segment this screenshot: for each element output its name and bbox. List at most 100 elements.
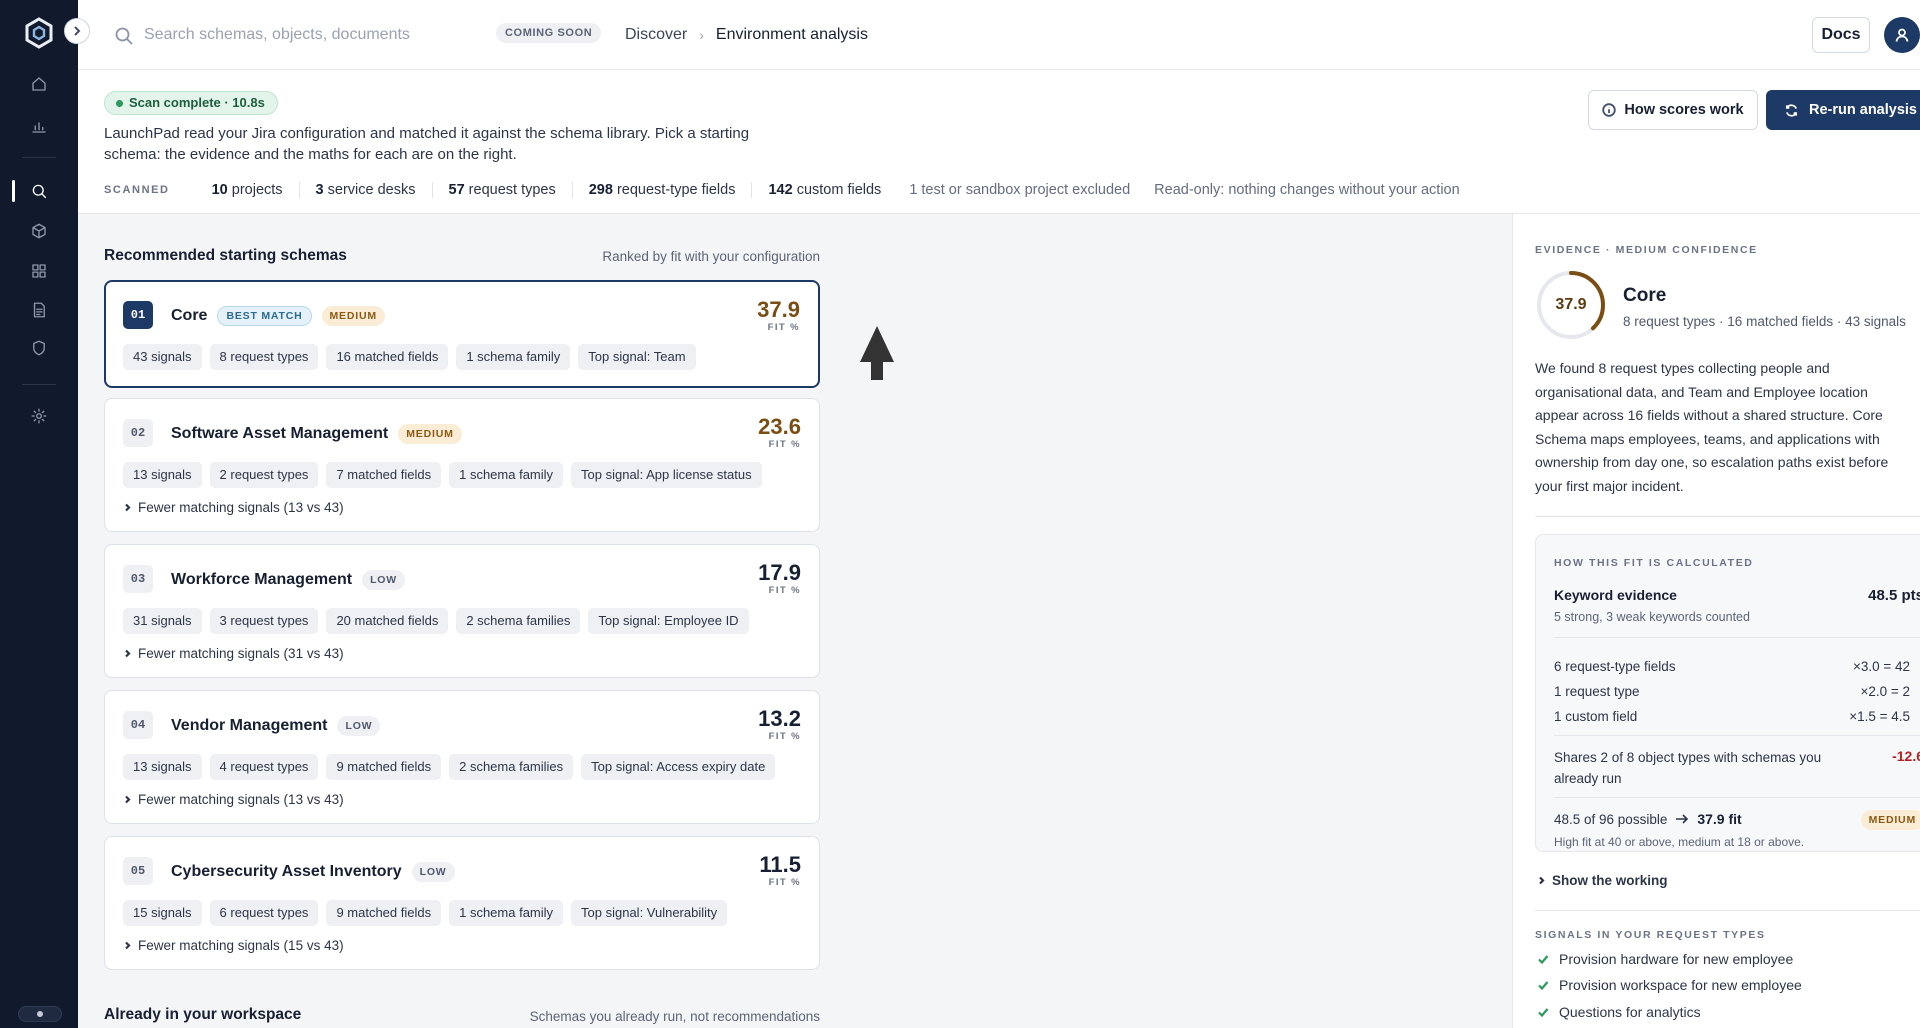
breadcrumb: Discover › Environment analysis [625,26,868,44]
calc-divider [1554,735,1920,736]
chip: 15 signals [123,900,202,926]
evidence-label: EVIDENCE · MEDIUM CONFIDENCE [1535,244,1758,256]
shield-icon[interactable] [25,334,53,362]
schema-name: Vendor Management LOW [171,716,381,736]
workspace-title: Already in your workspace [104,1006,302,1023]
fewer-signals-toggle[interactable]: Fewer matching signals (13 vs 43) [123,792,344,807]
schema-name-text: Core [171,307,208,324]
schema-name-text: Workforce Management [171,571,353,588]
schema-card-cybersecurity-asset-inventory[interactable]: 05 Cybersecurity Asset Inventory LOW 11.… [104,836,820,970]
chip: 2 request types [209,462,319,488]
user-icon [1895,28,1909,42]
chip: 1 schema family [449,462,564,488]
calc-row-value: ×1.5 = 4.5 [1849,709,1910,724]
chevron-right-icon [125,941,131,950]
rail-divider [22,384,56,385]
fit-score: 13.2 FIT % [758,706,801,743]
calc-row-value: ×3.0 = 42 [1852,659,1910,674]
fit-score: 17.9 FIT % [758,561,801,597]
how-scores-label: How scores work [1624,102,1744,118]
stat-request-type-fields: 298 request-type fields [573,182,753,198]
stat-projects: 10 projects [196,182,300,198]
search-icon [114,26,134,46]
keyword-evidence-title: Keyword evidence [1554,587,1677,603]
confidence-badge: LOW [411,862,455,882]
signal-item: Provision hardware for new employee [1537,951,1793,967]
fewer-signals-toggle[interactable]: Fewer matching signals (13 vs 43) [123,500,344,515]
signal-chips: 13 signals 2 request types 7 matched fie… [123,462,762,488]
chevron-right-icon [74,26,81,36]
search-icon[interactable] [25,177,53,205]
schema-name: Workforce Management LOW [171,570,405,590]
avatar[interactable] [1884,17,1920,53]
chip: Top signal: Vulnerability [571,900,728,926]
chevron-right-icon [125,649,131,658]
stat-service-desks: 3 service desks [300,182,433,198]
docs-button[interactable]: Docs [1812,17,1870,53]
how-scores-work-button[interactable]: How scores work [1588,90,1758,130]
gear-icon[interactable] [25,402,53,430]
read-only-note: Read-only: nothing changes without your … [1154,182,1460,198]
document-icon[interactable] [25,296,53,324]
schema-card-workforce-management[interactable]: 03 Workforce Management LOW 17.9 FIT % 3… [104,544,820,678]
chip: 9 matched fields [326,754,442,780]
grid-icon[interactable] [25,257,53,285]
fit-calculation-box: HOW THIS FIT IS CALCULATED Keyword evide… [1535,534,1920,852]
calc-label: HOW THIS FIT IS CALCULATED [1554,557,1754,569]
status-pill[interactable] [18,1006,62,1022]
schema-card-core[interactable]: 01 Core BEST MATCH MEDIUM 37.9 FIT % 43 … [104,280,820,388]
check-icon [1538,1008,1549,1018]
fit-unit: FIT % [768,877,801,888]
left-rail [0,0,78,1028]
evidence-schema-name: Core [1623,285,1667,306]
confidence-badge: MEDIUM [398,424,462,444]
chip: Top signal: Employee ID [588,608,749,634]
fit-unit: FIT % [768,585,801,596]
chip: 4 request types [209,754,319,780]
fewer-signals-toggle[interactable]: Fewer matching signals (31 vs 43) [123,646,344,661]
schema-name-text: Cybersecurity Asset Inventory [171,863,402,880]
chart-icon[interactable] [25,112,53,140]
refresh-icon [1785,103,1798,117]
fit-score: 11.5 FIT % [759,852,801,889]
chip: 13 signals [123,462,202,488]
chevron-right-icon [1539,876,1545,885]
home-icon[interactable] [25,70,53,98]
search-input[interactable] [144,22,484,48]
fewer-signals-text: Fewer matching signals (31 vs 43) [138,646,344,661]
chip: 8 request types [209,344,319,370]
chip: 16 matched fields [326,344,449,370]
rail-toggle-button[interactable] [64,18,90,44]
schema-name: Cybersecurity Asset Inventory LOW [171,862,455,882]
signals-label: SIGNALS IN YOUR REQUEST TYPES [1535,929,1766,941]
cube-icon[interactable] [25,217,53,245]
signal-chips: 13 signals 4 request types 9 matched fie… [123,754,776,780]
signal-text: Provision hardware for new employee [1559,951,1794,967]
arrow-right-icon [1676,814,1689,824]
schema-card-vendor-management[interactable]: 04 Vendor Management LOW 13.2 FIT % 13 s… [104,690,820,824]
chip: 20 matched fields [326,608,449,634]
show-working-toggle[interactable]: Show the working [1537,873,1668,888]
chip: Top signal: Access expiry date [581,754,776,780]
fewer-signals-text: Fewer matching signals (13 vs 43) [138,792,344,807]
breadcrumb-discover[interactable]: Discover [625,26,687,44]
app-logo-icon[interactable] [22,16,56,50]
fit-unit: FIT % [768,439,801,450]
fit-value: 13.2 [758,706,801,731]
schema-card-software-asset-management[interactable]: 02 Software Asset Management MEDIUM 23.6… [104,398,820,532]
shared-objects-penalty: -12.6 [1892,748,1920,764]
schema-name-text: Software Asset Management [171,425,389,442]
evidence-summary: 8 request types · 16 matched fields · 43… [1623,314,1906,329]
scan-status-badge: Scan complete · 10.8s [104,91,278,115]
rerun-analysis-button[interactable]: Re-run analysis [1766,90,1920,130]
top-bar: COMING SOON Discover › Environment analy… [78,0,1920,70]
excluded-note: 1 test or sandbox project excluded [909,182,1131,198]
breadcrumb-current: Environment analysis [715,26,868,43]
fit-value: 11.5 [759,852,801,877]
fit-value: 37.9 [757,297,800,322]
workspace-meta: Schemas you already run, not recommendat… [529,1009,820,1024]
intro-text: LaunchPad read your Jira configuration a… [104,125,750,163]
fit-value: 23.6 [758,414,801,439]
calc-row-label: 1 custom field [1554,709,1638,724]
fewer-signals-toggle[interactable]: Fewer matching signals (15 vs 43) [123,938,344,953]
